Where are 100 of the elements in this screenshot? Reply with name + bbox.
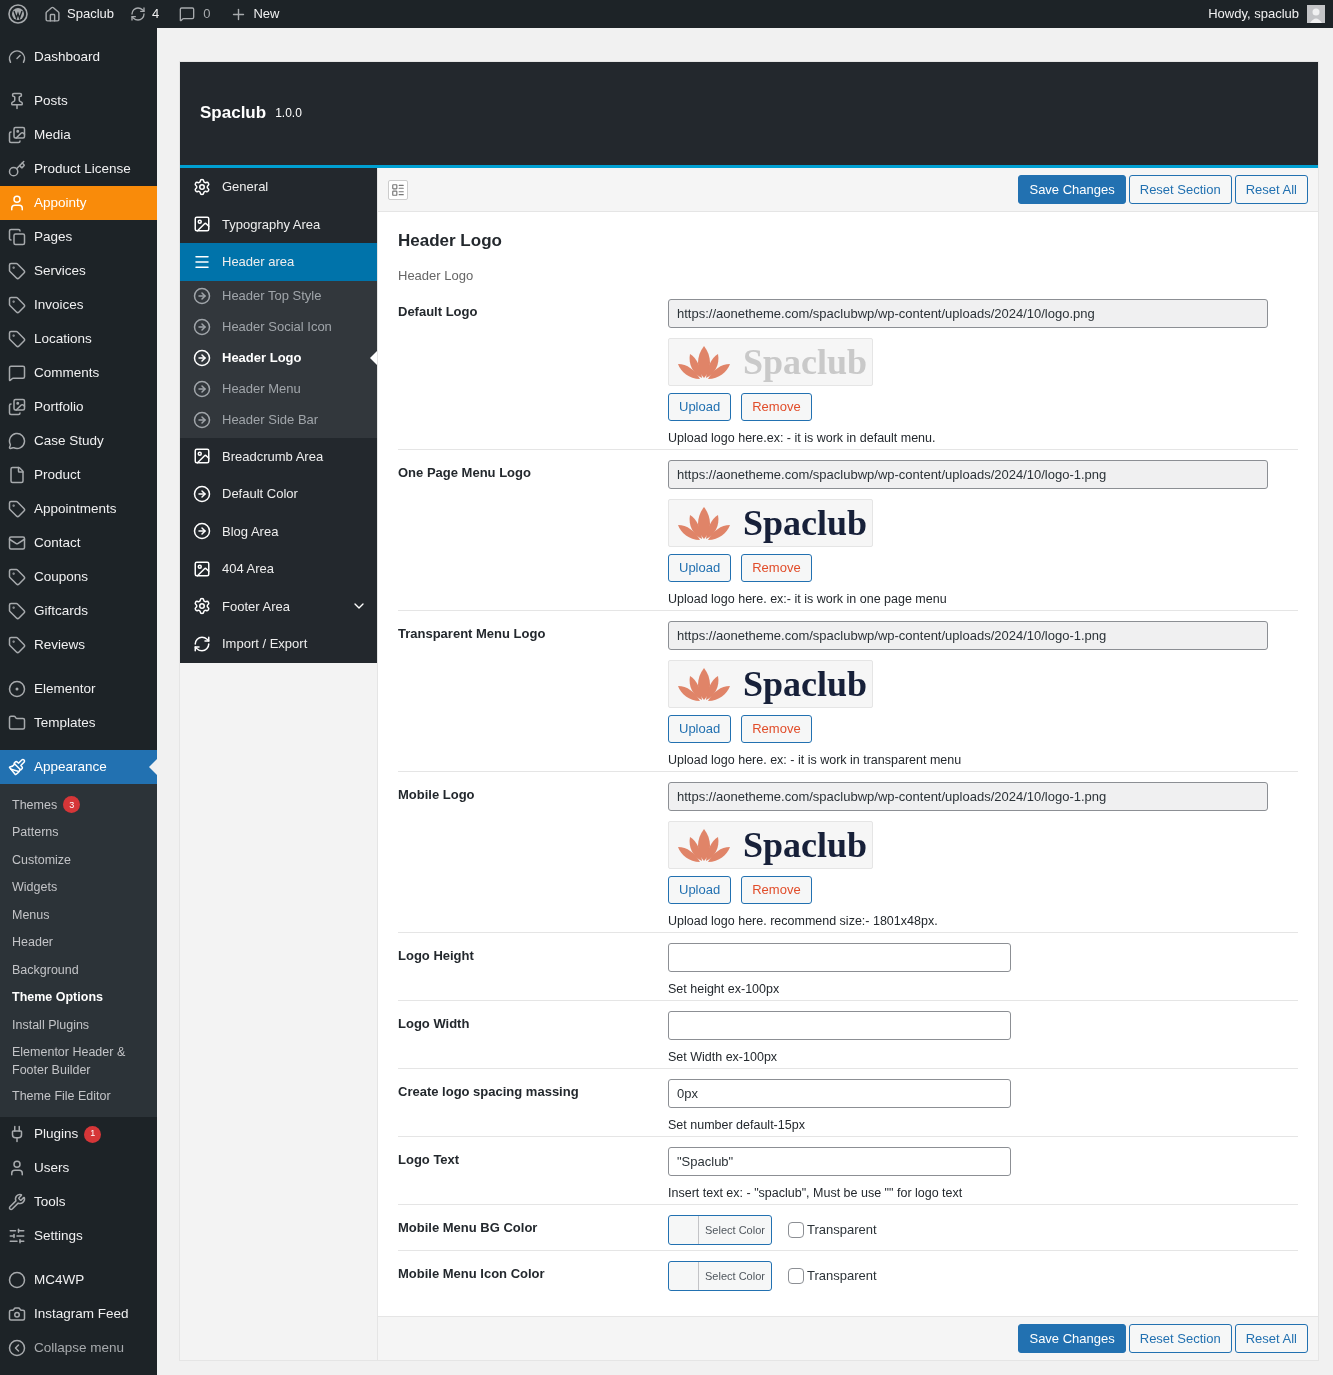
tag-icon	[8, 602, 26, 620]
upload-button[interactable]: Upload	[668, 554, 732, 582]
sidebar-menu-item[interactable]: Services	[0, 254, 157, 288]
person-icon	[8, 1159, 26, 1177]
submenu-item[interactable]: Menus	[0, 901, 157, 929]
arrow-circle-icon	[193, 318, 211, 336]
submenu-item[interactable]: Elementor Header & Footer Builder	[0, 1038, 157, 1083]
text-field[interactable]: "Spaclub"	[668, 1147, 1011, 1176]
sidebar-menu-item[interactable]: Users	[0, 1151, 157, 1185]
options-nav-item[interactable]: Default Color	[180, 475, 377, 513]
save-button[interactable]: Save Changes	[1018, 175, 1126, 204]
new-link[interactable]: New	[253, 4, 280, 24]
submenu-item[interactable]: Header	[0, 928, 157, 956]
color-picker-button[interactable]: Select Color	[668, 1261, 772, 1291]
options-nav-item[interactable]: General	[180, 168, 377, 206]
site-name-link[interactable]: Spaclub	[67, 4, 114, 24]
expand-toggle-icon[interactable]	[388, 179, 408, 200]
submenu-item[interactable]: Customize	[0, 846, 157, 874]
wordpress-logo-icon[interactable]	[8, 4, 28, 24]
url-field[interactable]: https://aonetheme.com/spaclubwp/wp-content/uploads/2024/10/logo-1.png	[668, 782, 1268, 811]
options-nav-item[interactable]: Blog Area	[180, 512, 377, 550]
submenu-item[interactable]: Theme File Editor	[0, 1082, 157, 1110]
url-field[interactable]: https://aonetheme.com/spaclubwp/wp-content/uploads/2024/10/logo-1.png	[668, 460, 1268, 489]
sidebar-menu-item[interactable]: Plugins 1	[0, 1117, 157, 1151]
image-icon	[193, 215, 211, 234]
field-description: Insert text ex: - "spaclub", Must be use "" for logo text	[668, 1185, 964, 1202]
options-nav-item[interactable]: Breadcrumb Area	[180, 437, 377, 475]
current-indicator	[149, 759, 157, 775]
updates-icon[interactable]	[130, 6, 146, 22]
sidebar-menu-item[interactable]: Instagram Feed	[0, 1297, 157, 1331]
sidebar-menu-item[interactable]: Appointments	[0, 492, 157, 526]
url-field[interactable]: https://aonetheme.com/spaclubwp/wp-content/uploads/2024/10/logo.png	[668, 299, 1268, 328]
checkbox[interactable]	[788, 1268, 804, 1284]
options-nav-item[interactable]: Header Side Bar	[180, 404, 377, 436]
options-nav-item[interactable]: Header Top Style	[180, 280, 377, 312]
logo-wordmark: Spaclub	[743, 827, 868, 863]
sidebar-menu-item[interactable]: Invoices	[0, 288, 157, 322]
sidebar-menu-item[interactable]: Coupons	[0, 560, 157, 594]
options-nav-item[interactable]: Header Social Icon	[180, 311, 377, 343]
greeting-link[interactable]: Howdy, spaclub	[1208, 4, 1299, 24]
options-nav-item[interactable]: Header Menu	[180, 373, 377, 405]
options-nav-item[interactable]: Typography Area	[180, 205, 377, 243]
image-icon	[193, 447, 211, 466]
options-nav-item[interactable]: 404 Area	[180, 550, 377, 588]
text-field[interactable]: 0px	[668, 1079, 1011, 1108]
sidebar-menu-item[interactable]: Dashboard	[0, 40, 157, 74]
arrow-circle-icon	[193, 380, 211, 398]
sidebar-menu-item[interactable]: Tools	[0, 1185, 157, 1219]
reset-button[interactable]: Reset All	[1234, 175, 1308, 204]
sidebar-menu-item[interactable]: Media	[0, 118, 157, 152]
sidebar-menu-item[interactable]: Product	[0, 458, 157, 492]
sidebar-menu-item[interactable]: Appearance	[0, 750, 157, 784]
sidebar-menu-item[interactable]: Locations	[0, 322, 157, 356]
options-nav-item[interactable]: Import / Export	[180, 625, 377, 663]
color-picker-button[interactable]: Select Color	[668, 1215, 772, 1245]
remove-button[interactable]: Remove	[741, 876, 812, 904]
submenu-item[interactable]: Widgets	[0, 873, 157, 901]
sidebar-menu-item[interactable]: Giftcards	[0, 594, 157, 628]
submenu-item[interactable]: Theme Options	[0, 983, 157, 1011]
submenu-item[interactable]: Install Plugins	[0, 1011, 157, 1039]
upload-button[interactable]: Upload	[668, 715, 732, 743]
text-field[interactable]	[668, 1011, 1011, 1040]
sidebar-menu-item[interactable]: Portfolio	[0, 390, 157, 424]
save-button[interactable]: Save Changes	[1018, 1324, 1126, 1353]
sidebar-menu-item[interactable]: Reviews	[0, 628, 157, 662]
updates-count: 4	[152, 5, 160, 24]
url-field[interactable]: https://aonetheme.com/spaclubwp/wp-content/uploads/2024/10/logo-1.png	[668, 621, 1268, 650]
sidebar-menu-item[interactable]: Pages	[0, 220, 157, 254]
sidebar-menu-item[interactable]: Elementor	[0, 672, 157, 706]
arrow-circle-icon	[193, 522, 211, 541]
options-nav-item[interactable]: Header Logo	[180, 342, 377, 374]
upload-button[interactable]: Upload	[668, 876, 732, 904]
sidebar-menu-item[interactable]: Collapse menu	[0, 1331, 157, 1365]
remove-button[interactable]: Remove	[741, 715, 812, 743]
field-label: Logo Height	[398, 948, 474, 963]
sidebar-menu-item[interactable]: Posts	[0, 84, 157, 118]
upload-button[interactable]: Upload	[668, 393, 732, 421]
options-nav-item[interactable]: Footer Area	[180, 587, 377, 625]
sidebar-menu-item[interactable]: Product License	[0, 152, 157, 186]
sidebar-menu-item[interactable]: Case Study	[0, 424, 157, 458]
field-label: Create logo spacing massing	[398, 1084, 579, 1099]
reset-button[interactable]: Reset Section	[1128, 1324, 1232, 1353]
submenu-item[interactable]: Background	[0, 956, 157, 984]
remove-button[interactable]: Remove	[741, 393, 812, 421]
options-nav-item[interactable]: Header area	[180, 243, 377, 281]
reset-button[interactable]: Reset Section	[1128, 175, 1232, 204]
sidebar-menu-item[interactable]: Templates	[0, 706, 157, 740]
sidebar-menu-item[interactable]: Comments	[0, 356, 157, 390]
sidebar-menu-item[interactable]: Settings	[0, 1219, 157, 1253]
reset-button[interactable]: Reset All	[1234, 1324, 1308, 1353]
submenu-item[interactable]: Themes 3	[0, 791, 157, 819]
comments-icon[interactable]	[179, 6, 196, 22]
sidebar-menu-item[interactable]: MC4WP	[0, 1263, 157, 1297]
remove-button[interactable]: Remove	[741, 554, 812, 582]
checkbox[interactable]	[788, 1222, 804, 1238]
envelope-icon	[8, 534, 26, 552]
sidebar-menu-item[interactable]: Contact	[0, 526, 157, 560]
submenu-item[interactable]: Patterns	[0, 818, 157, 846]
refresh-icon	[193, 634, 211, 653]
text-field[interactable]	[668, 943, 1011, 972]
